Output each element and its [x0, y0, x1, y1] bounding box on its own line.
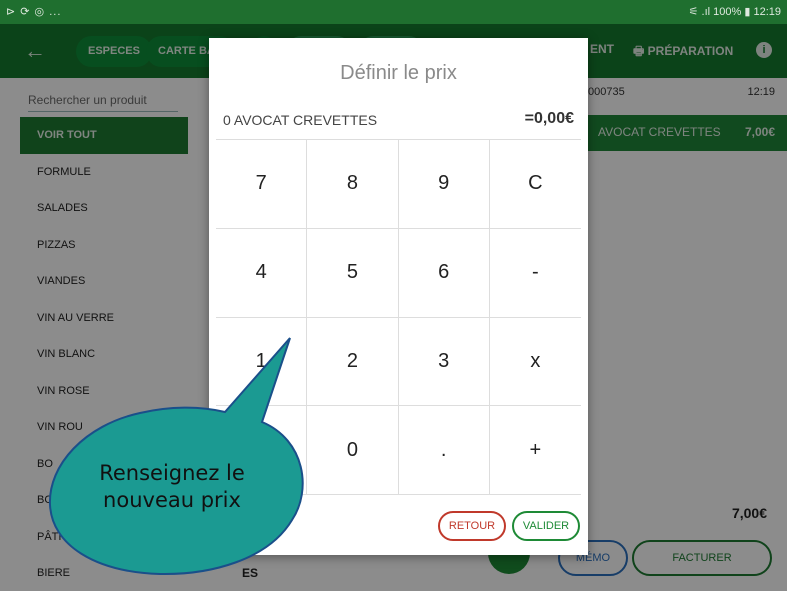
key-5[interactable]: 5	[307, 228, 399, 318]
dialog-price-display: =0,00€	[524, 110, 574, 127]
key-7[interactable]: 7	[216, 140, 308, 229]
numeric-keypad: 7 8 9 C 4 5 6 - 1 2 3 x 0 . +	[216, 139, 581, 495]
key-plus[interactable]: +	[489, 406, 581, 495]
pos-screen: ⊳ ⟳ ◎ ... ⚟ .ıl 100% ▮ 12:19 ← ESPECES C…	[0, 0, 787, 591]
key-clear[interactable]: C	[489, 140, 581, 229]
key-1[interactable]: 1	[216, 317, 308, 407]
key-8[interactable]: 8	[307, 140, 399, 229]
key-dot[interactable]: .	[398, 406, 490, 495]
retour-button[interactable]: RETOUR	[438, 511, 506, 541]
annotation-text: Renseignez le nouveau prix	[72, 460, 272, 514]
key-6[interactable]: 6	[398, 228, 490, 318]
status-bar: ⊳ ⟳ ◎ ... ⚟ .ıl 100% ▮ 12:19	[0, 0, 787, 24]
dialog-title: Définir le prix	[340, 62, 457, 84]
key-2[interactable]: 2	[307, 317, 399, 407]
status-right: ⚟ .ıl 100% ▮ 12:19	[688, 6, 781, 18]
key-3[interactable]: 3	[398, 317, 490, 407]
key-0[interactable]: 0	[307, 406, 399, 495]
status-left: ⊳ ⟳ ◎ ...	[6, 6, 62, 18]
annotation-line-1: Renseignez le	[99, 461, 245, 485]
dialog-product-name: 0 AVOCAT CREVETTES	[223, 112, 378, 128]
key-4[interactable]: 4	[216, 228, 308, 318]
annotation-line-2: nouveau prix	[103, 488, 241, 512]
key-multiply[interactable]: x	[489, 318, 581, 407]
valider-button[interactable]: VALIDER	[512, 511, 580, 541]
key-minus[interactable]: -	[489, 229, 581, 318]
key-9[interactable]: 9	[398, 140, 490, 229]
